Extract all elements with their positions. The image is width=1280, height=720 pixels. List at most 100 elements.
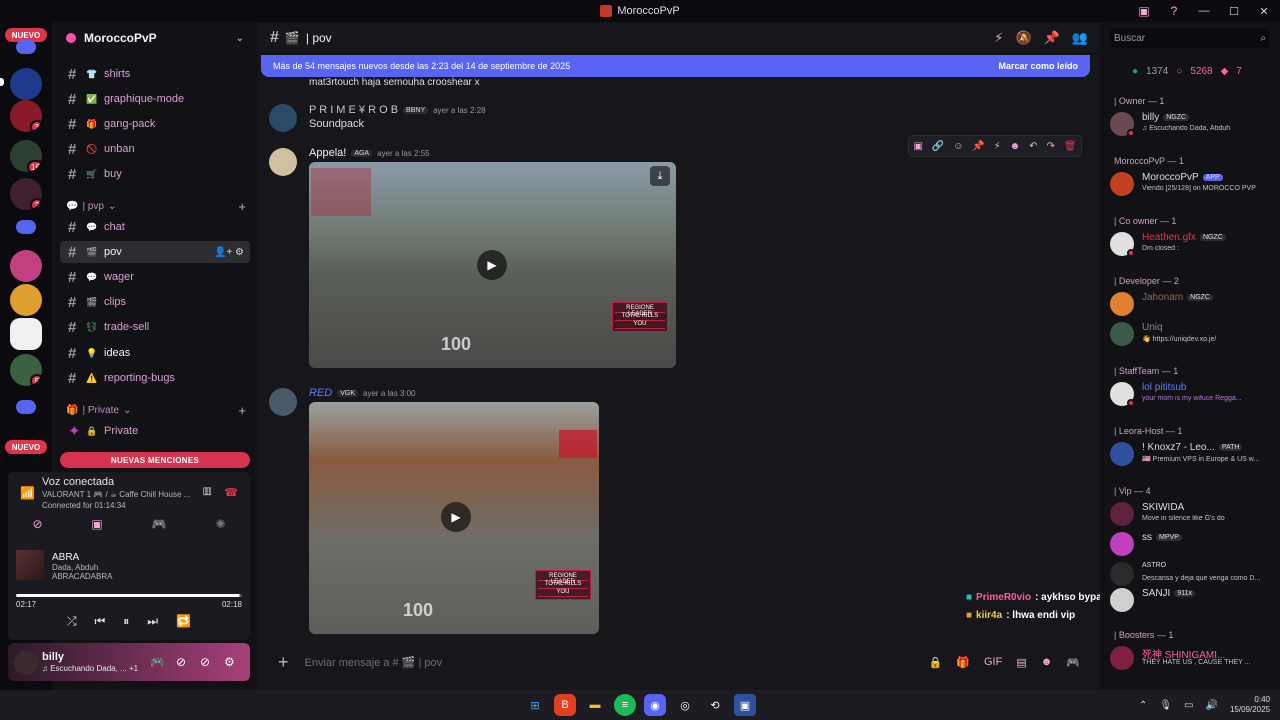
new-pill-bottom[interactable]: NUEVO (5, 440, 47, 454)
channel-item[interactable]: # 💬 chat (60, 216, 250, 238)
member-item[interactable]: Heathen.gfx NGZC Dm closed : (1110, 232, 1276, 257)
channel-item[interactable]: # 🎬 clips (60, 291, 250, 313)
author-name[interactable]: P R I M E ¥ R O B (309, 104, 398, 116)
member-item[interactable]: Jahonam NGZC (1110, 292, 1276, 316)
author-name[interactable]: RED (309, 387, 332, 399)
screenshare-icon[interactable]: ▣ (91, 517, 102, 531)
play-icon[interactable]: ▶ (477, 250, 507, 280)
app-icon[interactable]: ▣ (734, 694, 756, 716)
video-embed[interactable]: ▶ ⤓ REGIONE LEADER TOTAL KILLS YOU 100 (309, 162, 676, 368)
repeat-icon[interactable]: 🔁 (176, 614, 191, 629)
channel-item[interactable]: # 💬 wager (60, 266, 250, 288)
pin-icon[interactable]: 📌 (972, 141, 984, 152)
message-input[interactable]: Enviar mensaje a # 🎬 | pov (305, 656, 443, 669)
gear-icon[interactable]: 👤+ ⚙ (214, 247, 244, 258)
settings-icon[interactable]: ⚙ (224, 655, 235, 669)
chevron-down-icon[interactable]: ⌄ (236, 33, 244, 44)
noise-suppression-icon[interactable]: ▥ (203, 486, 212, 497)
emoji-icon[interactable]: ☻ (1010, 141, 1021, 152)
mic-icon[interactable]: 🎙 (1159, 700, 1172, 711)
category-private[interactable]: 🎁 | Private ⌄ + (66, 402, 246, 418)
avatar[interactable] (269, 104, 297, 132)
server-icon[interactable]: 3 (10, 100, 42, 132)
member-item[interactable]: ! Knoxz7 - Leo... PATH 🇺🇸 Premium VPS in E… (1110, 442, 1276, 466)
activity-icon[interactable]: 🎮 (152, 517, 167, 531)
shuffle-icon[interactable]: ⤮ (67, 614, 77, 629)
server-icon[interactable]: 16 (10, 140, 42, 172)
chevron-up-icon[interactable]: ⌃ (1139, 700, 1147, 711)
channel-item[interactable]: # ⚠️ reporting-bugs (60, 367, 250, 389)
sticker-icon[interactable]: ▤ (1016, 656, 1026, 669)
voice-channel[interactable]: VALORANT 1 🎮 / ☕ Caffe Chill House ... (42, 490, 202, 499)
members-icon[interactable]: 👥 (1072, 30, 1088, 46)
add-channel-icon[interactable]: + (238, 403, 246, 418)
lock-icon[interactable]: 🔒 (929, 656, 943, 669)
maximize-button[interactable]: ☐ (1226, 5, 1242, 18)
attach-icon[interactable]: + (278, 652, 289, 673)
server-header[interactable]: MoroccoPvP ⌄ (52, 22, 258, 54)
server-icon[interactable] (10, 318, 42, 350)
channel-item[interactable]: # 🛒 buy (60, 163, 250, 185)
controller-icon[interactable]: 🎮 (1066, 656, 1080, 669)
play-icon[interactable]: ▶ (441, 502, 471, 532)
discord-icon[interactable]: ◉ (644, 694, 666, 716)
close-button[interactable]: ✕ (1256, 5, 1272, 18)
search-input[interactable]: Buscar ⌕ (1110, 28, 1270, 48)
app-icon[interactable]: ▣ (913, 141, 922, 152)
volume-icon[interactable]: 🔊 (1206, 700, 1218, 711)
notifications-icon[interactable]: 🔕 (1015, 30, 1031, 46)
mark-read-button[interactable]: Marcar como leído (998, 61, 1078, 71)
emoji-icon[interactable]: ☻ (1041, 656, 1053, 669)
previous-icon[interactable]: ⏮ (95, 614, 106, 629)
member-item[interactable]: SANJI 911x (1110, 588, 1276, 612)
channel-item[interactable]: # ✅ graphique-mode (60, 88, 250, 110)
channel-item[interactable]: # 💡 ideas (60, 342, 250, 364)
folder-icon[interactable] (16, 400, 36, 414)
server-icon[interactable]: 2 (10, 178, 42, 210)
spotify-icon[interactable]: ≡ (614, 694, 636, 716)
server-icon[interactable]: 5 (10, 354, 42, 386)
forward-icon[interactable]: ↷ (1046, 141, 1054, 152)
channel-item[interactable]: # 👕 shirts (60, 63, 250, 85)
song-progress[interactable] (16, 594, 242, 597)
avatar[interactable] (269, 148, 297, 176)
pin-icon[interactable]: 📌 (1044, 30, 1060, 46)
gif-icon[interactable]: GIF (984, 656, 1002, 669)
pause-icon[interactable]: ⏸ (123, 614, 129, 629)
app-icon[interactable]: ⟲ (704, 694, 726, 716)
member-item[interactable]: billy NGZC ♫ Escuchando Dada, Abduh (1110, 112, 1276, 137)
gift-icon[interactable]: 🎁 (956, 656, 970, 669)
member-item[interactable]: ss MPVP (1110, 532, 1276, 556)
member-item[interactable]: lol pititsub your mom is my wifuce Regga.… (1110, 382, 1276, 407)
download-icon[interactable]: ⤓ (650, 166, 670, 186)
signal-icon[interactable]: 📶 (20, 486, 35, 500)
member-item[interactable]: Uniq 👋 https://uniqdev.xo.je/ (1110, 322, 1276, 346)
channel-item[interactable]: ✦ 🔒 Private (60, 420, 250, 442)
disconnect-icon[interactable]: ☎ (224, 486, 238, 499)
controller-icon[interactable]: 🎮 (150, 655, 165, 669)
help-icon[interactable]: ? (1166, 3, 1182, 19)
clock[interactable]: 0:40 15/09/2025 (1230, 695, 1270, 715)
add-reaction-icon[interactable]: ☺ (953, 141, 963, 152)
new-messages-banner[interactable]: Más de 54 mensajes nuevos desde las 2:23… (261, 55, 1090, 77)
channel-item[interactable]: # 💱 trade-sell (60, 316, 250, 338)
avatar[interactable] (14, 651, 38, 675)
server-icon[interactable] (10, 68, 42, 100)
category-pvp[interactable]: 💬 | pvp ⌄ + (66, 198, 246, 214)
member-item[interactable]: SKIWIDA Move in silence like G's do (1110, 502, 1276, 526)
folder-icon[interactable]: ▬ (584, 694, 606, 716)
member-item[interactable]: MoroccoPvP APP Viendo [25/128] on MOROCCO … (1110, 172, 1276, 196)
delete-icon[interactable]: 🗑 (1064, 141, 1077, 152)
mic-muted-icon[interactable]: ⊘ (176, 655, 186, 669)
video-embed[interactable]: ▶ REGIONE LEADER TOTAL KILLS YOU 100 (309, 402, 599, 634)
server-icon[interactable] (10, 284, 42, 316)
display-icon[interactable]: ▭ (1184, 700, 1193, 711)
minimize-button[interactable]: — (1196, 5, 1212, 17)
author-name[interactable]: Appela! (309, 147, 346, 159)
thread-icon[interactable]: ⚡ (994, 141, 1001, 152)
headphones-muted-icon[interactable]: ⊘ (200, 655, 210, 669)
brave-icon[interactable]: B (554, 694, 576, 716)
app-icon[interactable]: ◎ (674, 694, 696, 716)
server-icon[interactable] (10, 250, 42, 282)
member-item[interactable]: 死神 SHINIGAMI... THEY HATE US , CAUSE THEY… (1110, 646, 1276, 670)
